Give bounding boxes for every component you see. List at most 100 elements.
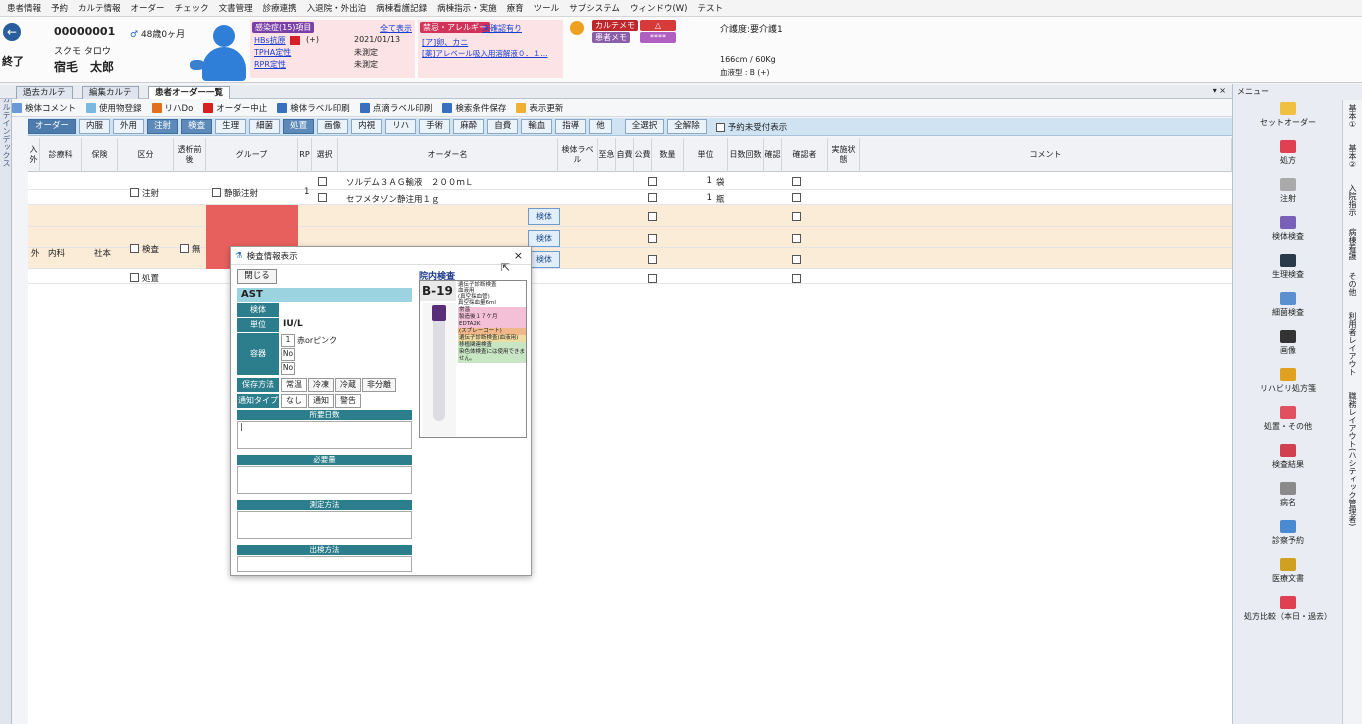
checkbox[interactable] [130, 188, 139, 197]
col-header-days[interactable]: 日数回数 [728, 138, 764, 172]
kentai-button[interactable]: 検体 [528, 251, 560, 268]
menu-item-13[interactable]: 処方比較（本日・過去） [1233, 596, 1343, 622]
col-header-ins[interactable]: 保険 [82, 138, 118, 172]
category-14[interactable]: 輸血 [521, 119, 553, 134]
toolbar-button[interactable]: オーダー中止 [203, 102, 267, 114]
patient-memo-button[interactable]: 患者メモ [592, 32, 630, 43]
category-9[interactable]: 内視 [351, 119, 383, 134]
close-pane-icon[interactable]: ▾ × [1213, 86, 1226, 95]
notify-option[interactable]: 警告 [335, 394, 361, 408]
infection-name[interactable]: HBs抗原 [254, 35, 286, 46]
layout-tab[interactable]: 基本① [1347, 104, 1358, 129]
checkbox[interactable] [130, 244, 139, 253]
tab-order-list[interactable]: 患者オーダー一覧 [148, 86, 231, 99]
checkbox[interactable] [715, 122, 725, 132]
kentai-button[interactable]: 検体 [528, 230, 560, 247]
checkbox[interactable] [792, 234, 801, 243]
category-5[interactable]: 生理 [215, 119, 247, 134]
infection-name[interactable]: RPR定性 [254, 59, 286, 70]
col-header-comment[interactable]: コメント [860, 138, 1232, 172]
method-field[interactable] [237, 511, 412, 539]
layout-tab[interactable]: 職務レイアウト(ハシティック管理者) [1347, 392, 1358, 526]
col-header-group[interactable]: グループ [206, 138, 298, 172]
col-header-qty[interactable]: 数量 [652, 138, 684, 172]
delta-badge[interactable]: △ [640, 20, 676, 31]
category-4[interactable]: 検査 [181, 119, 213, 134]
end-button[interactable]: 終了 [2, 53, 24, 69]
category-12[interactable]: 麻酔 [453, 119, 485, 134]
toolbar-button[interactable]: 検体コメント [12, 102, 76, 114]
toolbar-button[interactable]: 表示更新 [516, 102, 563, 114]
checkbox[interactable] [792, 212, 801, 221]
category-17[interactable]: 全選択 [624, 119, 665, 134]
checkbox[interactable] [130, 273, 139, 282]
menu-item[interactable]: ウィンドウ(W) [625, 2, 693, 14]
menu-item[interactable]: カルテ情報 [73, 2, 126, 14]
menu-item-2[interactable]: 注射 [1233, 178, 1343, 204]
storage-option[interactable]: 常温 [281, 378, 307, 392]
menu-item-8[interactable]: 処置・その他 [1233, 406, 1343, 432]
menu-item-0[interactable]: セットオーダー [1233, 102, 1343, 128]
tab-past-karte[interactable]: 過去カルテ [16, 86, 73, 99]
menu-item[interactable]: 療育 [502, 2, 529, 14]
col-header-nyu[interactable]: 入外 [28, 138, 40, 172]
menu-item-4[interactable]: 生理検査 [1233, 254, 1343, 280]
checkbox[interactable] [318, 177, 327, 186]
category-6[interactable]: 細菌 [249, 119, 281, 134]
toolbar-button[interactable]: 点滴ラベル印刷 [359, 102, 432, 114]
toolbar-button[interactable]: 検索条件保存 [442, 102, 506, 114]
menu-item[interactable]: 患者情報 [2, 2, 46, 14]
menu-item-1[interactable]: 処方 [1233, 140, 1343, 166]
col-header-kubun[interactable]: 区分 [118, 138, 174, 172]
col-header-dept[interactable]: 診療科 [40, 138, 82, 172]
days-field[interactable]: | [237, 421, 412, 449]
menu-item-11[interactable]: 診察予約 [1233, 520, 1343, 546]
checkbox[interactable] [648, 177, 657, 186]
allergy-item[interactable]: [薬]アレベール吸入用溶解液０．１... [422, 48, 548, 59]
layout-tab[interactable]: 病棟看護 [1347, 228, 1358, 260]
menu-item-7[interactable]: リハビリ処方箋 [1233, 368, 1343, 394]
menu-item[interactable]: ツール [529, 2, 565, 14]
menu-item[interactable]: 入退院・外出泊 [302, 2, 372, 14]
storage-option[interactable]: 冷凍 [308, 378, 334, 392]
menu-item[interactable]: チェック [170, 2, 214, 14]
infection-name[interactable]: TPHA定性 [254, 47, 291, 58]
karte-memo-button[interactable]: カルテメモ [592, 20, 638, 31]
layout-tab[interactable]: 基本② [1347, 144, 1358, 169]
table-row[interactable] [28, 190, 1232, 205]
show-all-link[interactable]: 全て表示 [380, 23, 412, 34]
checkbox[interactable] [648, 212, 657, 221]
category-10[interactable]: リハ [385, 119, 417, 134]
menu-item[interactable]: サブシステム [564, 2, 625, 14]
category-0[interactable]: オーダー [28, 119, 77, 134]
submit-field[interactable] [237, 556, 412, 572]
reserve-toggle[interactable]: 予約未受付表示 [715, 121, 787, 133]
checkbox[interactable] [792, 193, 801, 202]
layout-tab[interactable]: その他 [1347, 272, 1358, 296]
checkbox[interactable] [318, 193, 327, 202]
toolbar-button[interactable]: 使用物登録 [86, 102, 142, 114]
checkbox[interactable] [792, 177, 801, 186]
menu-item[interactable]: 病棟指示・実施 [432, 2, 502, 14]
checkbox[interactable] [648, 234, 657, 243]
col-header-unit[interactable]: 単位 [684, 138, 728, 172]
menu-item-6[interactable]: 画像 [1233, 330, 1343, 356]
kentai-button[interactable]: 検体 [528, 208, 560, 225]
menu-item[interactable]: 診療連携 [258, 2, 302, 14]
checkbox[interactable] [792, 274, 801, 283]
category-7[interactable]: 処置 [283, 119, 315, 134]
category-1[interactable]: 内服 [79, 119, 111, 134]
col-header-dialysis[interactable]: 透析前後 [174, 138, 206, 172]
checkbox[interactable] [212, 188, 221, 197]
karte-index-strip[interactable]: カルテインデックス [0, 85, 12, 724]
col-header-confirmer[interactable]: 確認者 [782, 138, 828, 172]
close-icon[interactable]: × [514, 249, 523, 262]
tab-edit-karte[interactable]: 編集カルテ [82, 86, 139, 99]
menu-item[interactable]: オーダー [126, 2, 170, 14]
back-arrow-icon[interactable]: ← [3, 23, 21, 41]
allergy-item[interactable]: [ア]卵、カニ [422, 37, 468, 48]
storage-option[interactable]: 非分離 [362, 378, 396, 392]
category-15[interactable]: 指導 [555, 119, 587, 134]
col-header-urgent[interactable]: 至急 [598, 138, 616, 172]
menu-item[interactable]: 病棟看護記録 [371, 2, 432, 14]
